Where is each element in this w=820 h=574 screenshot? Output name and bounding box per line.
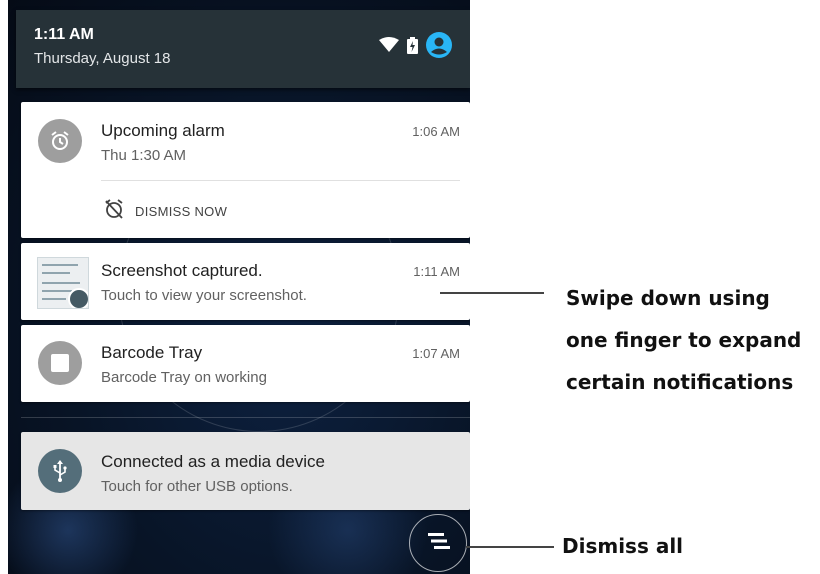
dismiss-now-button[interactable]: DISMISS NOW <box>103 198 227 225</box>
notification-subtitle: Touch for other USB options. <box>101 478 293 495</box>
notification-usb[interactable]: Connected as a media device Touch for ot… <box>21 432 470 510</box>
dismiss-callout: Dismiss all <box>562 534 684 558</box>
battery-icon <box>407 36 418 54</box>
callout-line-text: certain notifications <box>566 370 794 394</box>
callout-line-text: Swipe down using <box>566 286 770 310</box>
notification-title: Upcoming alarm <box>101 121 225 140</box>
notification-subtitle: Thu 1:30 AM <box>101 147 187 164</box>
notification-subtitle: Touch to view your screenshot. <box>101 287 307 304</box>
notification-time: 1:07 AM <box>412 346 460 361</box>
image-badge-icon <box>68 288 88 308</box>
notification-time: 1:11 AM <box>413 264 460 279</box>
callout-line-text: one finger to expand <box>566 328 802 352</box>
date-label: Thursday, August 18 <box>34 50 171 67</box>
user-icon[interactable] <box>426 32 452 58</box>
callout-line-dismiss <box>466 546 554 548</box>
notification-title: Screenshot captured. <box>101 261 263 280</box>
screenshot-thumbnail <box>37 257 89 309</box>
stop-square-icon <box>38 341 82 385</box>
notification-subtitle: Barcode Tray on working <box>101 369 267 386</box>
dismiss-now-label: DISMISS NOW <box>135 204 228 219</box>
alarm-off-icon <box>103 198 125 225</box>
notification-title: Connected as a media device <box>101 452 325 471</box>
clock-time: 1:11 AM <box>34 26 94 43</box>
notification-screenshot[interactable]: Screenshot captured. Touch to view your … <box>21 243 470 320</box>
usb-icon <box>38 449 82 493</box>
alarm-clock-icon <box>38 119 82 163</box>
swipe-callout: Swipe down using one finger to expand ce… <box>566 277 801 403</box>
section-divider <box>21 417 470 418</box>
status-icons <box>379 32 452 58</box>
notification-alarm[interactable]: Upcoming alarm Thu 1:30 AM 1:06 AM DISMI… <box>21 102 470 238</box>
quick-status-header[interactable]: 1:11 AM Thursday, August 18 <box>16 10 470 88</box>
notification-time: 1:06 AM <box>412 124 460 139</box>
callout-line-swipe <box>440 292 544 294</box>
notification-shade: 1:11 AM Thursday, August 18 Upcoming ala… <box>8 0 470 574</box>
divider <box>101 180 460 181</box>
notification-title: Barcode Tray <box>101 343 203 362</box>
notification-barcode-tray[interactable]: Barcode Tray Barcode Tray on working 1:0… <box>21 325 470 402</box>
wifi-icon <box>379 37 399 53</box>
dismiss-all-button[interactable] <box>409 514 467 572</box>
clear-all-icon <box>425 531 451 556</box>
